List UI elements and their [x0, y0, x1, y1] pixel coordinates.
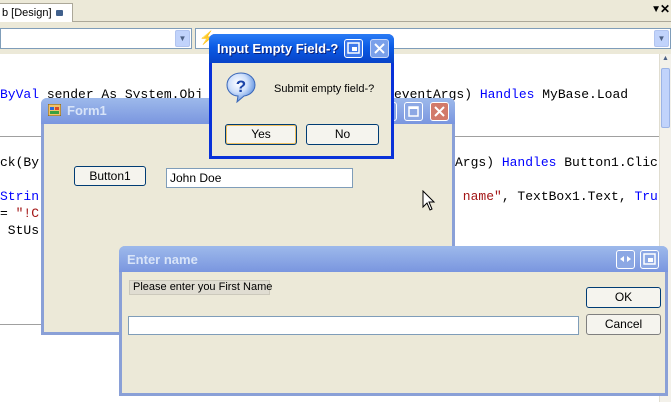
- maximize-button[interactable]: [404, 102, 423, 121]
- code-line: = "!C: [0, 206, 40, 221]
- message-box-dialog: Input Empty Field-? ? Submit empty field…: [209, 34, 394, 159]
- maximize-icon: [408, 106, 419, 117]
- form-icon: [48, 104, 61, 116]
- document-tab[interactable]: b [Design]: [0, 3, 73, 22]
- name-textbox[interactable]: John Doe: [166, 168, 353, 188]
- chevron-down-icon[interactable]: ▼: [654, 30, 669, 47]
- message-box-title: Input Empty Field-?: [217, 41, 339, 56]
- prompt-label: Please enter you First Name: [129, 280, 272, 295]
- arrows-horizontal-icon: [620, 256, 631, 262]
- code-line: name", TextBox1.Text, Tru: [455, 189, 658, 204]
- document-tab-label: b [Design]: [2, 7, 52, 19]
- svg-text:?: ?: [236, 77, 246, 96]
- close-icon: [374, 43, 385, 54]
- code-line: Args) Handles Button1.Clic: [455, 155, 658, 170]
- restore-button[interactable]: [344, 39, 363, 58]
- close-button[interactable]: [430, 102, 449, 121]
- button1[interactable]: Button1: [74, 166, 146, 186]
- code-line: Strin: [0, 189, 40, 204]
- close-icon: [434, 106, 445, 117]
- scrollbar-thumb[interactable]: [661, 68, 670, 128]
- enter-name-dialog: Enter name Please enter you First Name O…: [119, 246, 668, 396]
- name-input[interactable]: [128, 316, 579, 335]
- scroll-up-icon[interactable]: ▲: [660, 55, 671, 67]
- restore-button[interactable]: [640, 250, 659, 269]
- ok-button[interactable]: OK: [586, 287, 661, 308]
- close-icon[interactable]: ✕: [660, 2, 670, 16]
- message-box-titlebar[interactable]: Input Empty Field-?: [209, 34, 394, 63]
- restore-icon: [347, 42, 360, 54]
- no-button[interactable]: No: [306, 124, 379, 145]
- close-button[interactable]: [370, 39, 389, 58]
- document-tab-strip: [0, 0, 671, 22]
- yes-button[interactable]: Yes: [225, 124, 297, 145]
- message-text: Submit empty field-?: [274, 83, 375, 95]
- enter-name-titlebar[interactable]: Enter name: [119, 246, 668, 272]
- mouse-cursor-icon: [422, 190, 436, 211]
- chevron-down-icon[interactable]: ▼: [175, 30, 190, 47]
- lock-icon: [55, 10, 63, 17]
- code-line: StUs: [0, 223, 40, 238]
- enter-name-title: Enter name: [127, 252, 198, 267]
- form1-title: Form1: [67, 103, 107, 118]
- class-name-dropdown[interactable]: ▼: [0, 28, 192, 49]
- resize-button[interactable]: [616, 250, 635, 269]
- cancel-button[interactable]: Cancel: [586, 314, 661, 335]
- restore-icon: [643, 253, 656, 265]
- code-line: ck(By: [0, 155, 40, 170]
- question-icon: ?: [226, 72, 256, 103]
